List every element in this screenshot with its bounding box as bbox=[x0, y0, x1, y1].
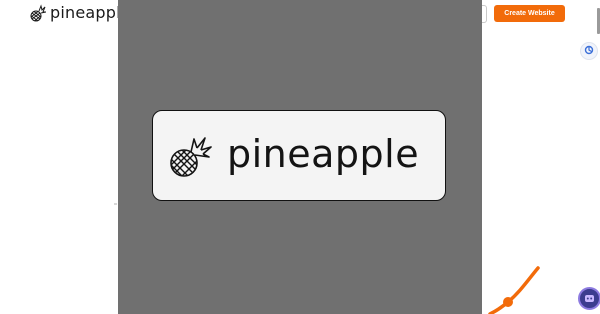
modal-overlay[interactable]: pineapple bbox=[118, 0, 482, 314]
translate-icon bbox=[584, 42, 594, 60]
create-website-button[interactable]: Create Website bbox=[494, 5, 565, 22]
header-logo[interactable]: pineapple bbox=[30, 3, 131, 22]
pineapple-icon bbox=[167, 133, 213, 184]
decorative-orange-curve bbox=[488, 266, 540, 314]
modal-logo-text: pineapple bbox=[227, 132, 420, 176]
divider-mark bbox=[114, 203, 117, 205]
chat-widget-button[interactable] bbox=[578, 287, 600, 310]
modal-logo-card: pineapple bbox=[152, 110, 446, 201]
pineapple-icon bbox=[30, 3, 46, 22]
chat-bot-icon bbox=[584, 290, 595, 308]
translate-widget[interactable] bbox=[580, 42, 598, 60]
page: pineapple Create Website pineapple bbox=[0, 0, 600, 314]
